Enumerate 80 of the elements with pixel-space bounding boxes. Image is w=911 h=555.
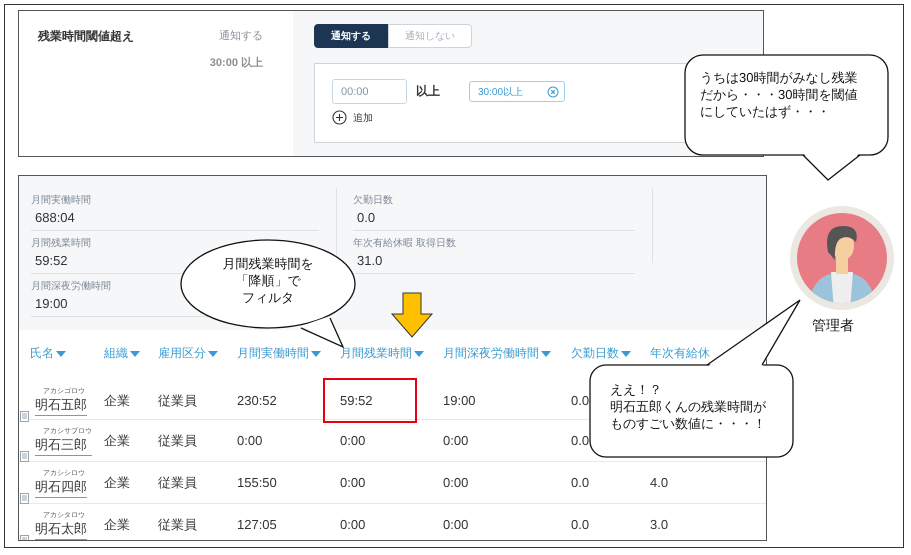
column-header[interactable]: 氏名 xyxy=(30,345,66,362)
table-cell: 127:05 xyxy=(237,516,277,532)
employee-name-link[interactable]: 明石五郎 xyxy=(35,396,87,416)
table-cell: 企業 xyxy=(104,516,130,532)
table-cell: 従業員 xyxy=(158,392,197,408)
table-cell: 従業員 xyxy=(158,432,197,448)
stat-value: 688:04 xyxy=(35,210,75,225)
table-cell: 0:00 xyxy=(340,516,366,532)
table-cell: 0.0 xyxy=(571,392,590,408)
sort-caret-icon xyxy=(130,350,140,356)
stat-value: 0.0 xyxy=(357,210,376,225)
sort-caret-icon xyxy=(621,350,631,356)
table-cell: 0:00 xyxy=(443,516,468,532)
table-cell: 155:50 xyxy=(237,474,277,490)
table-cell: 従業員 xyxy=(158,516,197,532)
employee-name-link[interactable]: 明石四郎 xyxy=(35,478,87,498)
bubble-text: 「降順」で xyxy=(236,272,300,290)
table-cell: 従業員 xyxy=(158,474,197,490)
stat-label: 月間深夜労働時間 xyxy=(31,280,111,293)
column-header[interactable]: 組織 xyxy=(104,345,140,362)
table-cell: 19:00 xyxy=(443,392,476,408)
stat-value: 19:00 xyxy=(35,296,68,311)
table-cell: 0:00 xyxy=(443,474,468,490)
unit-label: 以上 xyxy=(416,83,440,100)
table-cell: 59:52 xyxy=(323,378,417,423)
table-cell: 企業 xyxy=(104,474,130,490)
table-cell: 3.0 xyxy=(650,516,668,532)
table-cell: 企業 xyxy=(104,392,130,408)
column-header[interactable]: 月間残業時間 xyxy=(340,345,424,362)
table-cell: 0.0 xyxy=(571,516,590,532)
remove-icon[interactable] xyxy=(547,86,559,98)
bubble-text: ええ！？ xyxy=(610,382,662,399)
employee-name-link[interactable]: 明石三郎 xyxy=(35,436,92,456)
bubble-text: にしていたはず・・・ xyxy=(700,104,830,121)
table-cell: 0.0 xyxy=(571,474,590,490)
column-header[interactable]: 雇用区分 xyxy=(158,345,218,362)
table-cell: 0:00 xyxy=(237,432,262,448)
stat-value: 31.0 xyxy=(357,253,382,268)
stat-label: 月間残業時間 xyxy=(31,236,91,250)
sort-caret-icon xyxy=(208,350,218,356)
sort-caret-icon xyxy=(414,350,424,356)
column-header[interactable]: 欠勤日数 xyxy=(571,345,631,362)
stat-value: 59:52 xyxy=(35,253,68,268)
table-cell: 0.0 xyxy=(571,432,590,448)
avatar-label: 管理者 xyxy=(812,317,854,335)
toggle-option[interactable]: 通知する xyxy=(314,24,388,48)
column-header[interactable]: 月間深夜労働時間 xyxy=(443,345,551,362)
bubble-text: 明石五郎くんの残業時間が xyxy=(610,398,766,416)
employee-name-link[interactable]: 明石太郎 xyxy=(35,520,87,540)
table-cell: 4.0 xyxy=(650,474,668,490)
setting-title: 残業時間閾値超え xyxy=(38,28,134,45)
sort-caret-icon xyxy=(311,350,321,356)
column-header[interactable]: 月間実働時間 xyxy=(237,345,321,362)
add-button[interactable]: 追加 xyxy=(332,110,373,125)
bubble-text: だから・・・30時間を閾値 xyxy=(700,86,858,104)
document-icon[interactable] xyxy=(20,410,29,422)
bubble-text: 月間残業時間を xyxy=(222,256,314,273)
down-arrow-icon xyxy=(391,292,433,338)
threshold-tag: 30:00以上 xyxy=(469,81,565,102)
stat-label: 月間実働時間 xyxy=(31,194,91,207)
time-input-field[interactable]: 00:00 xyxy=(332,79,407,104)
sort-caret-icon xyxy=(541,350,551,356)
stat-label: 年次有給休暇 取得日数 xyxy=(353,237,456,250)
table-cell: 230:52 xyxy=(237,392,277,408)
bubble-text: ものすごい数値に・・・！ xyxy=(610,416,766,433)
toggle-option[interactable]: 通知しない xyxy=(388,24,472,48)
document-icon[interactable] xyxy=(20,450,29,462)
table-cell: 0:00 xyxy=(340,432,366,448)
bubble-text: うちは30時間がみなし残業 xyxy=(700,70,858,87)
plus-circle-icon xyxy=(332,110,347,125)
table-cell: 0:00 xyxy=(340,474,366,490)
threshold-summary: 30:00 以上 xyxy=(210,56,263,70)
stat-label: 欠勤日数 xyxy=(353,194,393,207)
document-icon[interactable] xyxy=(20,492,29,504)
setting-status: 通知する xyxy=(219,28,263,43)
bubble-text: フィルタ xyxy=(242,290,294,307)
sort-caret-icon xyxy=(56,350,66,356)
table-cell: 0:00 xyxy=(443,432,468,448)
column-header[interactable]: 年次有給休 xyxy=(650,345,710,362)
table-cell: 企業 xyxy=(104,432,130,448)
